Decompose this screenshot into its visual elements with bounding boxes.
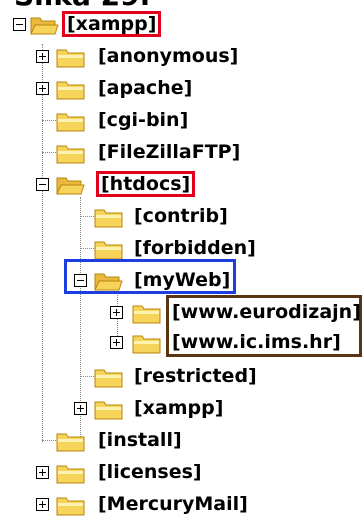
tree-label: [contrib] — [134, 205, 228, 227]
tree-label: [apache] — [98, 77, 193, 99]
expand-icon[interactable] — [110, 306, 123, 319]
folder-icon — [56, 465, 85, 484]
tree-node-licenses[interactable]: [licenses] — [0, 454, 364, 490]
tree-label: [forbidden] — [134, 237, 256, 259]
tree-line — [42, 120, 56, 121]
tree-label: [htdocs] — [96, 171, 196, 197]
folder-icon — [94, 241, 123, 260]
folder-icon — [132, 335, 161, 354]
tree-label: [anonymous] — [98, 45, 239, 67]
collapse-icon[interactable] — [36, 178, 49, 191]
tree-line — [80, 248, 94, 249]
expand-icon[interactable] — [36, 50, 49, 63]
collapse-icon[interactable] — [74, 274, 87, 287]
expand-icon[interactable] — [110, 336, 123, 349]
folder-icon — [132, 305, 161, 324]
expand-icon[interactable] — [36, 498, 49, 511]
tree-node-myweb[interactable]: [myWeb] — [0, 262, 364, 298]
folder-icon — [56, 81, 85, 100]
folder-icon — [56, 497, 85, 516]
folder-icon — [94, 209, 123, 228]
folder-icon — [56, 113, 85, 132]
tree-label: [FileZillaFTP] — [98, 141, 241, 163]
tree-node-install[interactable]: [install] — [0, 422, 364, 458]
tree-label: [install] — [98, 429, 182, 451]
folder-tree: [xampp] [anonymous] [apache] [cgi-bin] [… — [0, 0, 364, 516]
tree-label: [xampp] — [62, 11, 162, 37]
folder-icon — [94, 369, 123, 388]
folder-open-icon — [94, 273, 123, 291]
tree-node-anonymous[interactable]: [anonymous] — [0, 38, 364, 74]
tree-line — [80, 376, 94, 377]
tree-node-htdocs[interactable]: [htdocs] — [0, 166, 364, 202]
tree-label: [restricted] — [134, 365, 257, 387]
folder-open-icon — [30, 17, 59, 35]
expand-icon[interactable] — [36, 82, 49, 95]
tree-node-root[interactable]: [xampp] — [0, 6, 364, 42]
folder-open-icon — [56, 177, 85, 195]
tree-label: [licenses] — [98, 461, 202, 483]
tree-node-restricted[interactable]: [restricted] — [0, 358, 364, 394]
tree-line — [42, 440, 56, 441]
folder-icon — [56, 433, 85, 452]
expand-icon[interactable] — [36, 466, 49, 479]
tree-node-xampp-sub[interactable]: [xampp] — [0, 390, 364, 426]
tree-node-cgi-bin[interactable]: [cgi-bin] — [0, 102, 364, 138]
tree-node-www-ic-ims-hr[interactable]: [www.ic.ims.hr] — [0, 324, 364, 360]
tree-label: [xampp] — [134, 397, 224, 419]
folder-icon — [56, 49, 85, 68]
tree-label: [MercuryMail] — [98, 493, 248, 515]
tree-label: [cgi-bin] — [98, 109, 189, 131]
tree-node-apache[interactable]: [apache] — [0, 70, 364, 106]
tree-line — [80, 216, 94, 217]
tree-label: [www.ic.ims.hr] — [172, 331, 341, 353]
tree-label: [myWeb] — [134, 269, 231, 291]
tree-label: [www.eurodizajn] — [172, 301, 361, 323]
collapse-icon[interactable] — [13, 18, 26, 31]
tree-node-mercurymail[interactable]: [MercuryMail] — [0, 486, 364, 522]
tree-node-contrib[interactable]: [contrib] — [0, 198, 364, 234]
expand-icon[interactable] — [74, 402, 87, 415]
folder-icon — [94, 401, 123, 420]
tree-line — [42, 152, 56, 153]
tree-node-filezillaftp[interactable]: [FileZillaFTP] — [0, 134, 364, 170]
folder-icon — [56, 145, 85, 164]
